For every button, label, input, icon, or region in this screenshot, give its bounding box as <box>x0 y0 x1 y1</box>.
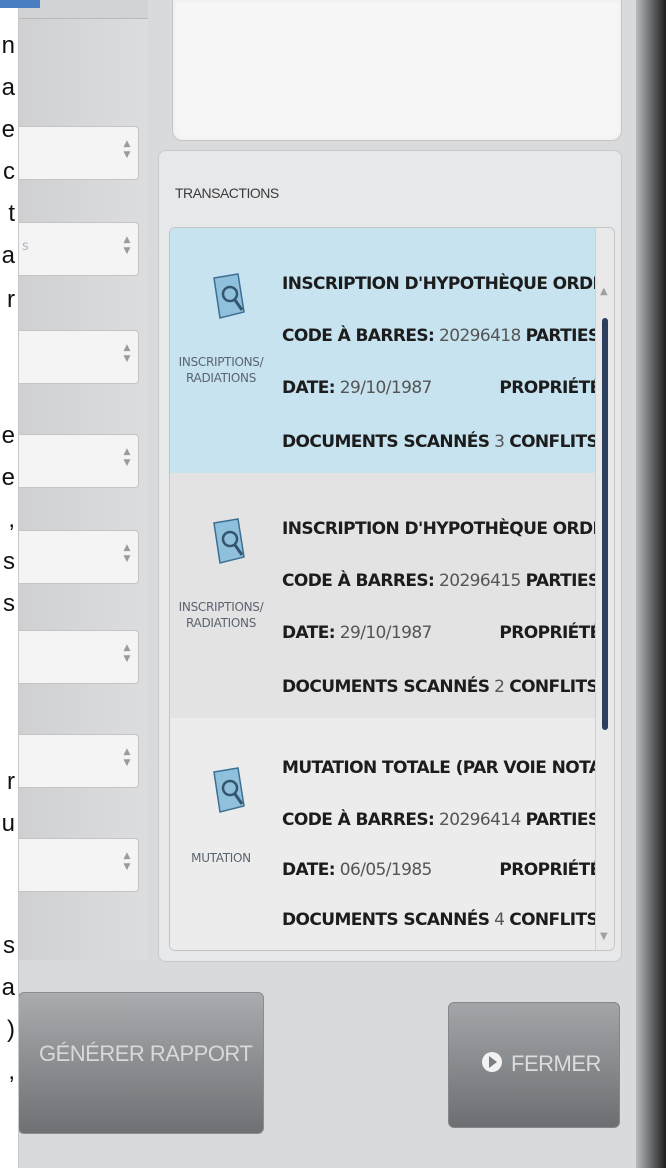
documents-line: DOCUMENTS SCANNÉS 2 CONFLITS 0 <box>282 677 614 697</box>
transaction-type-label: INSCRIPTIONS/ RADIATIONS <box>178 355 264 385</box>
form-column: ▲ ▼ s ▲ ▼ ▲ ▼ ▲ ▼ ▲ ▼ ▲ ▼ ▲ ▼ ▲ ▼ <box>18 0 148 960</box>
conflits-label: CONFLITS <box>509 677 599 697</box>
updown-arrows-icon: ▲ ▼ <box>123 343 131 364</box>
doc-char: s <box>3 548 15 575</box>
transaction-item[interactable]: MUTATION MUTATION TOTALE (PAR VOIE NOTAR… <box>170 718 614 950</box>
doc-char: a <box>1 74 15 101</box>
updown-arrows-icon: ▲ ▼ <box>123 643 131 664</box>
documents-value: 3 <box>494 432 505 452</box>
date-label: DATE: <box>282 378 336 398</box>
doc-char: r <box>7 286 15 313</box>
updown-arrows-icon: ▲ ▼ <box>123 543 131 564</box>
doc-char: e <box>1 464 15 491</box>
barcode-label: CODE À BARRES: <box>282 326 435 346</box>
generate-report-label: GÉNÉRER RAPPORT <box>39 1041 253 1066</box>
transaction-type-label: INSCRIPTIONS/ RADIATIONS <box>178 600 264 630</box>
transaction-item[interactable]: INSCRIPTIONS/ RADIATIONS INSCRIPTION D'H… <box>170 228 614 474</box>
transaction-item[interactable]: INSCRIPTIONS/ RADIATIONS INSCRIPTION D'H… <box>170 473 614 719</box>
conflits-label: CONFLITS <box>509 432 599 452</box>
barcode-label: CODE À BARRES: <box>282 810 435 830</box>
screen-bezel-edge <box>636 0 666 1168</box>
documents-value: 4 <box>494 910 505 930</box>
doc-char: , <box>8 506 15 533</box>
list-scrollbar[interactable]: ▲ ▼ <box>595 228 614 950</box>
document-magnifier-icon <box>213 273 245 319</box>
documents-label: DOCUMENTS SCANNÉS <box>282 910 490 930</box>
transaction-title: MUTATION TOTALE (PAR VOIE NOTARIÉE) <box>282 758 615 778</box>
barcode-line: CODE À BARRES: 20296414 PARTIES 2 <box>282 810 614 830</box>
doc-char: c <box>3 158 15 185</box>
dropdown-select-7[interactable]: ▲ ▼ <box>18 734 139 788</box>
updown-arrows-icon: ▲ ▼ <box>123 139 131 160</box>
parties-label: PARTIES <box>525 571 601 591</box>
scroll-down-arrow-icon[interactable]: ▼ <box>600 931 608 942</box>
barcode-value: 20296415 <box>439 571 521 591</box>
updown-arrows-icon: ▲ ▼ <box>123 235 131 256</box>
date-line: DATE: 06/05/1985 PROPRIÉTÉS 1 <box>282 860 614 880</box>
transactions-panel: TRANSACTIONS INSCRIPTIONS/ RADIATIONS IN… <box>158 150 622 962</box>
close-button[interactable]: FERMER <box>448 1002 620 1128</box>
date-value: 06/05/1985 <box>339 860 433 880</box>
blue-corner-mark <box>0 0 40 8</box>
document-magnifier-icon <box>213 767 245 813</box>
doc-char: n <box>1 32 15 59</box>
updown-arrows-icon: ▲ ▼ <box>123 851 131 872</box>
transactions-list[interactable]: INSCRIPTIONS/ RADIATIONS INSCRIPTION D'H… <box>169 227 615 951</box>
barcode-label: CODE À BARRES: <box>282 571 435 591</box>
scroll-thumb[interactable] <box>602 318 608 730</box>
documents-label: DOCUMENTS SCANNÉS <box>282 677 490 697</box>
dropdown-select-5[interactable]: ▲ ▼ <box>18 530 139 584</box>
doc-char: s <box>3 932 15 959</box>
dropdown-select-8[interactable]: ▲ ▼ <box>18 838 139 892</box>
doc-char: t <box>8 200 15 227</box>
barcode-value: 20296414 <box>439 810 521 830</box>
doc-char: a <box>1 974 15 1001</box>
dropdown-select-1[interactable]: ▲ ▼ <box>18 126 139 180</box>
date-value: 29/10/1987 <box>339 623 433 643</box>
dropdown-select-2[interactable]: s ▲ ▼ <box>18 222 139 276</box>
dropdown-select-3[interactable]: ▲ ▼ <box>18 330 139 384</box>
parties-label: PARTIES <box>525 810 601 830</box>
generate-report-button[interactable]: GÉNÉRER RAPPORT <box>18 992 264 1134</box>
dropdown-select-4[interactable]: ▲ ▼ <box>18 434 139 488</box>
updown-arrows-icon: ▲ ▼ <box>123 447 131 468</box>
date-label: DATE: <box>282 623 336 643</box>
date-line: DATE: 29/10/1987 PROPRIÉTÉS 1 <box>282 623 614 643</box>
barcode-value: 20296418 <box>439 326 521 346</box>
doc-char: r <box>7 768 15 795</box>
arrow-right-icon <box>482 1052 502 1072</box>
doc-char: e <box>1 422 15 449</box>
transaction-type-label: MUTATION <box>191 851 251 865</box>
dropdown-select-6[interactable]: ▲ ▼ <box>18 630 139 684</box>
scroll-up-arrow-icon[interactable]: ▲ <box>600 286 608 297</box>
documents-line: DOCUMENTS SCANNÉS 4 CONFLITS 2 <box>282 910 614 930</box>
dropdown-value: s <box>22 239 29 254</box>
date-label: DATE: <box>282 860 336 880</box>
doc-char: s <box>3 590 15 617</box>
transaction-title: INSCRIPTION D'HYPOTHÈQUE ORDINAIRE <box>282 274 614 294</box>
updown-arrows-icon: ▲ ▼ <box>123 747 131 768</box>
barcode-line: CODE À BARRES: 20296418 PARTIES 1 <box>282 326 614 346</box>
transactions-title: TRANSACTIONS <box>175 185 279 201</box>
doc-char: a <box>1 242 15 269</box>
document-magnifier-icon <box>213 518 245 564</box>
documents-label: DOCUMENTS SCANNÉS <box>282 432 490 452</box>
parties-label: PARTIES <box>525 326 601 346</box>
doc-char: ) <box>7 1016 15 1043</box>
document-text-strip: n a e c t a r e e , s s r u s a ) , <box>0 0 40 1168</box>
close-label: FERMER <box>511 1051 601 1076</box>
documents-value: 2 <box>494 677 505 697</box>
details-box <box>172 0 622 141</box>
documents-line: DOCUMENTS SCANNÉS 3 CONFLITS 0 <box>282 432 614 452</box>
date-value: 29/10/1987 <box>339 378 433 398</box>
doc-char: , <box>8 1058 15 1085</box>
doc-char: e <box>1 116 15 143</box>
transaction-title: INSCRIPTION D'HYPOTHÈQUE ORDINAIRE <box>282 519 614 539</box>
conflits-label: CONFLITS <box>509 910 599 930</box>
doc-char: u <box>1 810 15 837</box>
barcode-line: CODE À BARRES: 20296415 PARTIES 1 <box>282 571 614 591</box>
date-line: DATE: 29/10/1987 PROPRIÉTÉS 1 <box>282 378 614 398</box>
